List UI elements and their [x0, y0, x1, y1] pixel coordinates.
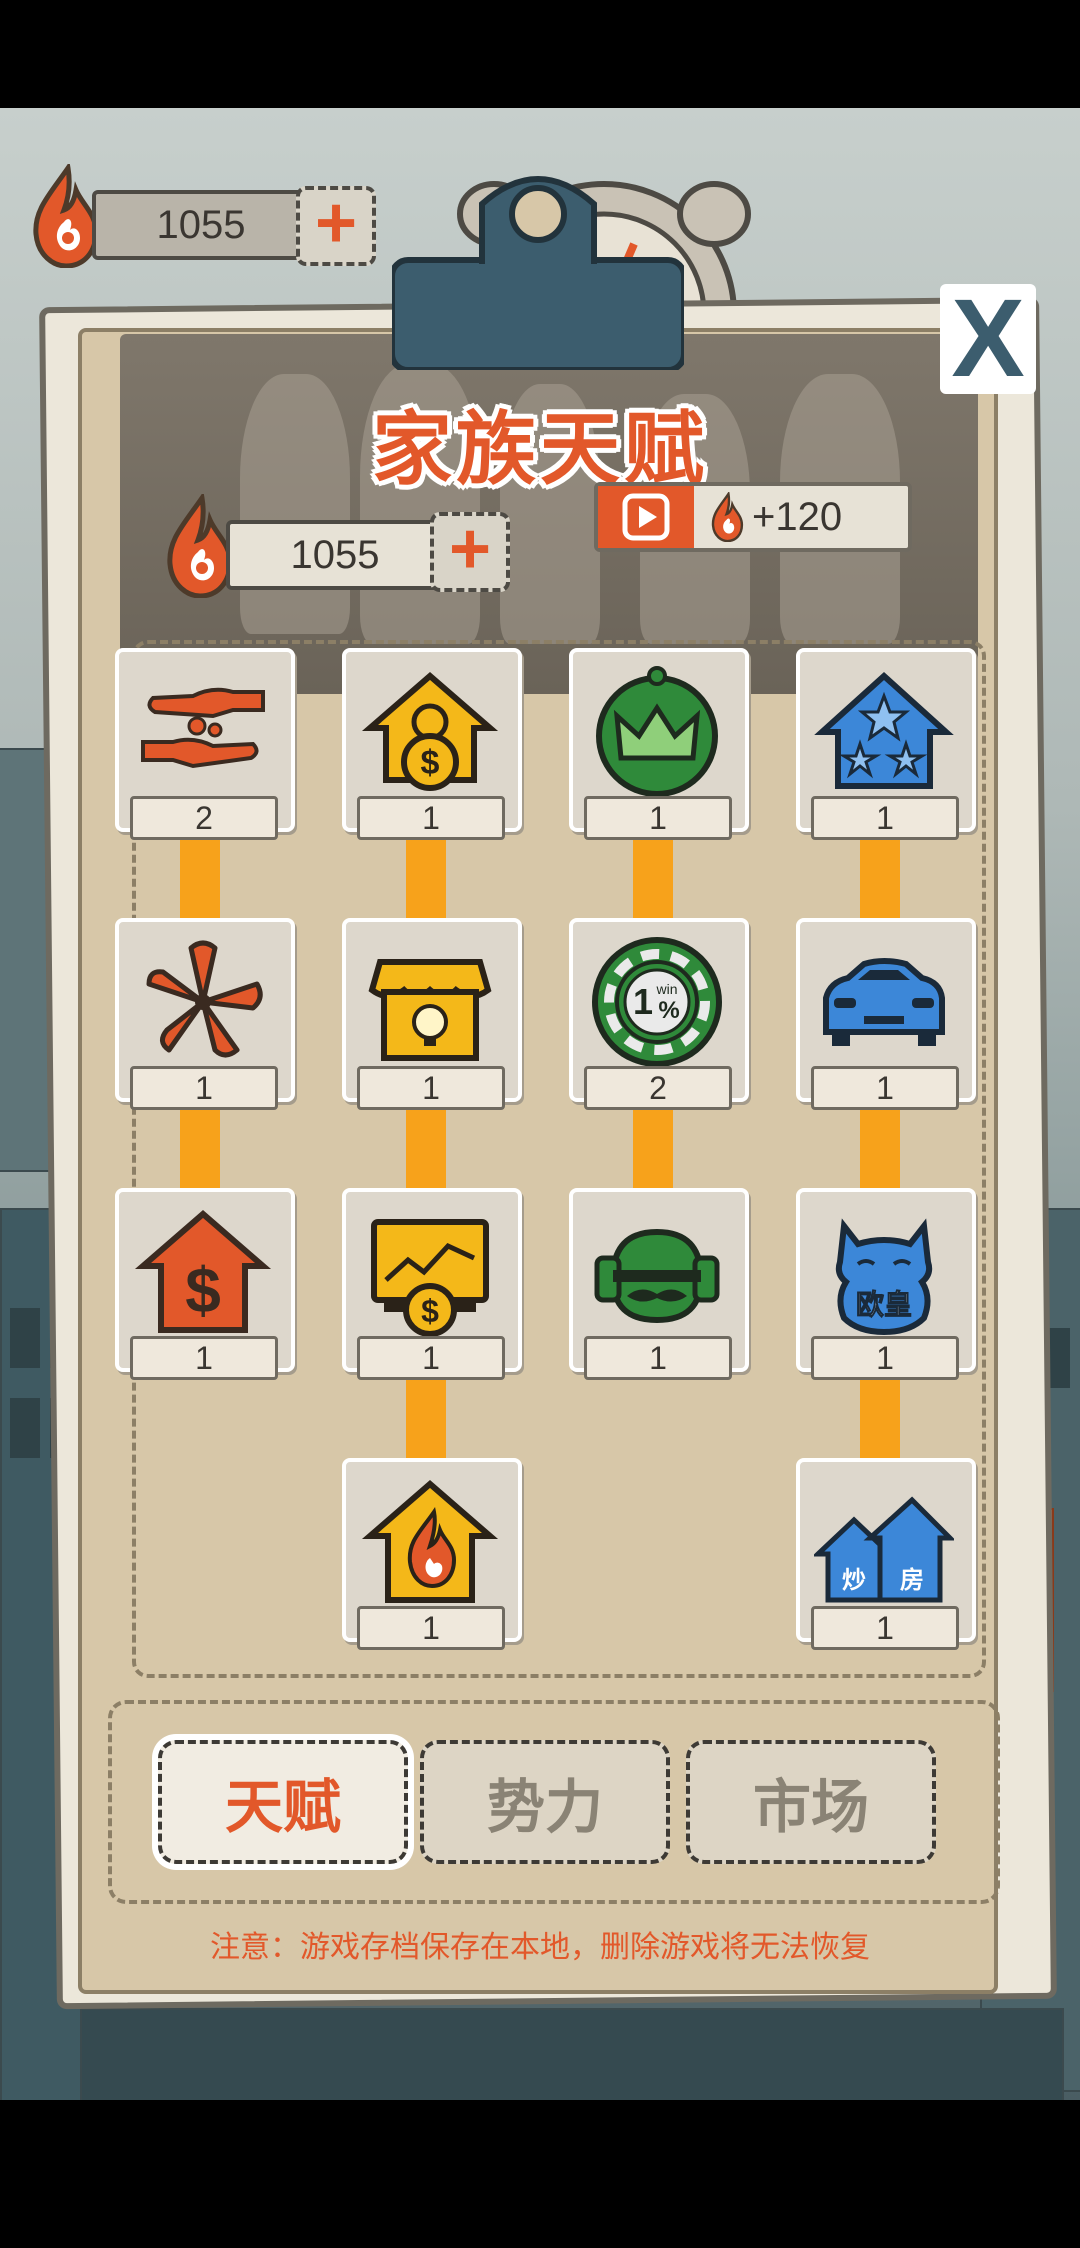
star-house-icon — [814, 671, 954, 789]
connector — [860, 1376, 900, 1460]
houses-text-2: 房 — [900, 1566, 924, 1594]
connector — [406, 1106, 446, 1190]
poker-chip-icon: 1 win % — [592, 937, 722, 1067]
currency-amount: 1055 — [92, 190, 310, 260]
car-icon — [823, 958, 945, 1046]
flame-currency-icon — [30, 161, 100, 269]
talent-level: 1 — [811, 1606, 959, 1650]
houses-flip-icon: 炒 房 — [814, 1496, 954, 1603]
connector — [633, 836, 673, 920]
houses-text-1: 炒 — [842, 1566, 866, 1594]
lucky-cat-icon: 欧皇 — [835, 1218, 933, 1336]
svg-text:$: $ — [185, 1254, 221, 1326]
talent-level: 1 — [584, 1336, 732, 1380]
connector — [860, 1106, 900, 1190]
connector — [406, 1376, 446, 1460]
mustache-helmet-icon — [594, 1228, 720, 1324]
talent-level: 2 — [130, 796, 278, 840]
talent-level: 1 — [584, 796, 732, 840]
chip-number: 1 — [633, 981, 653, 1022]
hand-coins-icon — [141, 687, 265, 769]
svg-text:$: $ — [421, 1293, 439, 1329]
chip-percent: % — [658, 997, 679, 1024]
chart-coin-icon: $ — [371, 1219, 489, 1337]
talent-level: 1 — [357, 1336, 505, 1380]
talent-level: 1 — [130, 1066, 278, 1110]
currency-amount-text: 1055 — [156, 202, 246, 247]
flower-icon — [146, 940, 263, 1058]
close-icon: X — [951, 277, 1025, 400]
talent-level: 1 — [357, 1606, 505, 1650]
tab-power[interactable]: 势力 — [420, 1740, 670, 1864]
clip-icon — [389, 164, 687, 373]
tab-talent[interactable]: 天赋 — [158, 1740, 408, 1864]
shop-idea-icon — [368, 959, 492, 1061]
add-currency-button[interactable]: + — [296, 186, 376, 266]
crown-badge-icon — [596, 666, 718, 797]
talent-level: 1 — [811, 796, 959, 840]
connector — [860, 836, 900, 920]
save-notice: 注意：游戏存档保存在本地，删除游戏将无法恢复 — [210, 1931, 870, 1964]
svg-text:$: $ — [421, 744, 440, 782]
watch-ad-reward-button[interactable]: +120 — [594, 482, 912, 552]
play-icon — [598, 486, 694, 548]
talent-level: 1 — [357, 796, 505, 840]
connector — [633, 1106, 673, 1190]
talent-level: 1 — [811, 1336, 959, 1380]
panel-currency-text: 1055 — [290, 532, 380, 577]
ad-reward-text: +120 — [752, 494, 843, 539]
plus-icon: + — [448, 509, 492, 589]
connector — [180, 836, 220, 920]
tab-market[interactable]: 市场 — [686, 1740, 936, 1864]
flame-currency-icon-panel — [164, 491, 234, 599]
dollar-house-icon: $ — [134, 1210, 272, 1333]
connector — [180, 1106, 220, 1190]
panel-currency-amount: 1055 — [226, 520, 444, 590]
flame-house-icon — [361, 1480, 499, 1603]
panel-add-currency-button[interactable]: + — [430, 512, 510, 592]
flame-small-icon — [711, 492, 744, 542]
chip-win: win — [655, 981, 677, 997]
close-button[interactable]: X — [940, 284, 1036, 394]
talent-level: 1 — [130, 1336, 278, 1380]
talent-level: 2 — [584, 1066, 732, 1110]
house-coin-icon: $ — [361, 672, 499, 791]
connector — [406, 836, 446, 920]
lucky-cat-text: 欧皇 — [856, 1288, 912, 1321]
talent-level: 1 — [357, 1066, 505, 1110]
plus-icon: + — [314, 183, 358, 263]
talent-level: 1 — [811, 1066, 959, 1110]
